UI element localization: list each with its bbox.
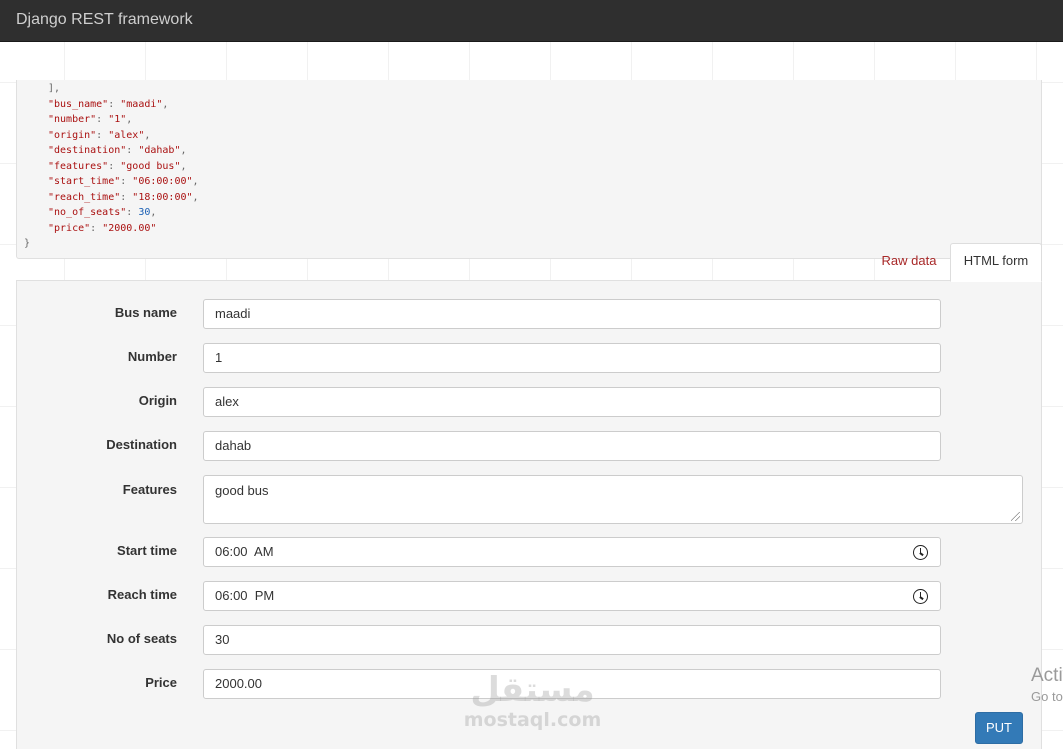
activate-windows-overlay: Activate Windows Go to Settings to activ… [1031,664,1063,714]
json-line: "destination": "dahab", [48,143,187,158]
start-time-input[interactable]: 06:00 AM [203,537,941,567]
json-punc: , [180,160,187,172]
no-of-seats-input[interactable]: 30 [203,625,941,655]
json-str: "alex" [108,129,145,141]
number-label: Number [127,349,177,364]
response-json-panel: ], "bus_name": "maadi", "number": "1", "ori… [16,80,1042,259]
json-punc: , [144,129,151,141]
bus-name-label: Bus name [114,305,177,320]
json-punc: : [126,207,139,218]
price-input[interactable]: 2000.00 [203,669,941,699]
json-line: "features": "good bus", [48,159,187,174]
json-str: "06:00:00" [132,176,193,187]
start-time-label: Start time [117,543,177,558]
destination-input[interactable]: dahab [203,431,941,461]
tab-raw-data[interactable]: Raw data [868,242,950,280]
json-key: "features" [48,160,109,172]
json-key: "bus_name" [48,98,109,110]
no-of-seats-label: No of seats [106,631,177,646]
number-input[interactable]: 1 [203,343,941,373]
origin-label: Origin [138,393,177,408]
json-punc: , [126,114,133,125]
reach-time-label: Reach time [107,587,177,602]
start-time-value: 06:00 AM [215,544,274,559]
json-punc: : [96,114,109,125]
json-punc: : [108,98,121,110]
json-punc: : [120,176,133,187]
json-str: "2000.00" [102,222,157,234]
json-key: "start_time" [48,176,121,187]
reach-time-input[interactable]: 06:00 PM [203,581,941,611]
json-line: "bus_name": "maadi", [48,97,168,112]
tab-html-form[interactable]: HTML form [950,243,1042,282]
clock-icon[interactable] [913,545,928,560]
json-punc: : [108,160,121,172]
json-line: "no_of_seats": 30, [48,205,156,220]
json-punc: : [90,222,103,234]
reach-time-value: 06:00 PM [215,588,275,603]
features-label: Features [122,482,177,497]
json-key: "origin" [48,129,97,141]
json-str: "18:00:00" [132,191,193,203]
html-form-panel: Bus name maadi Number 1 Origin alex Dest… [16,280,1042,749]
price-label: Price [145,675,177,690]
origin-input[interactable]: alex [203,387,941,417]
json-key: "reach_time" [48,191,121,203]
json-key: "no_of_seats" [48,207,127,218]
activate-windows-title: Activate Windows [1031,665,1063,686]
destination-label: Destination [106,437,177,452]
json-str: "dahab" [138,145,181,156]
json-punc: : [126,145,139,156]
json-line: ], [48,81,60,96]
json-punc: , [192,191,199,203]
json-punc: , [192,176,199,187]
json-punc: , [162,98,169,110]
json-str: "good bus" [120,160,181,172]
features-textarea[interactable]: good bus [203,475,1023,524]
json-line: "origin": "alex", [48,128,150,143]
json-num: 30 [138,207,151,218]
navbar: Django REST framework [0,0,1063,42]
put-button[interactable]: PUT [975,712,1023,744]
json-key: "price" [48,222,91,234]
bus-name-input[interactable]: maadi [203,299,941,329]
json-punc: : [96,129,109,141]
json-line: "number": "1", [48,112,132,127]
features-value: good bus [215,483,269,498]
json-punc: , [180,145,187,156]
form-tabs: Raw data HTML form [0,242,1063,282]
json-punc: : [120,191,133,203]
json-punc: ], [48,83,61,94]
json-str: "maadi" [120,98,163,110]
brand-title[interactable]: Django REST framework [16,11,193,29]
json-line: "start_time": "06:00:00", [48,174,199,189]
resize-grip-icon[interactable] [1011,512,1020,521]
json-key: "destination" [48,145,127,156]
activate-windows-subtitle: Go to Settings to activate Windows. [1031,689,1063,704]
json-line: "price": "2000.00" [48,221,156,236]
json-key: "number" [48,114,97,125]
json-line: "reach_time": "18:00:00", [48,190,199,205]
clock-icon[interactable] [913,589,928,604]
json-punc: , [150,207,157,218]
json-str: "1" [108,114,127,125]
